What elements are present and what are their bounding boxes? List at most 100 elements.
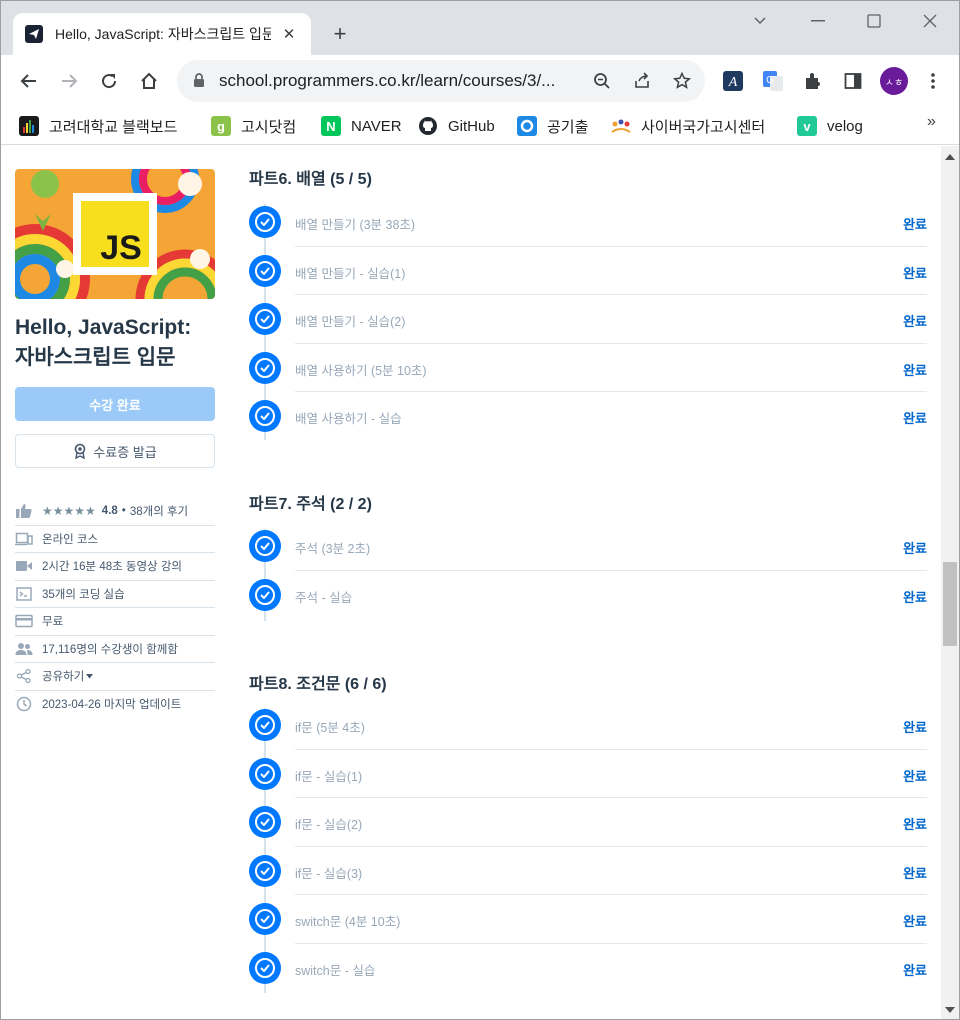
share-dropdown[interactable]: 공유하기 [42, 668, 84, 684]
browser-toolbar: school.programmers.co.kr/learn/courses/3… [1, 55, 959, 107]
rating-separator: • [121, 505, 126, 518]
lesson-name[interactable]: switch문 - 실습 [295, 960, 375, 979]
chevron-down-icon [86, 673, 94, 679]
svg-text:A: A [728, 75, 738, 90]
lesson-status: 완료 [903, 962, 927, 978]
lesson-name[interactable]: 배열 만들기 - 실습(2) [295, 311, 405, 330]
lesson-name[interactable]: switch문 (4분 10초) [295, 911, 400, 930]
check-circle-icon [249, 903, 281, 935]
new-tab-button[interactable]: + [327, 21, 353, 47]
lesson-status: 완료 [903, 865, 927, 881]
google-translate-icon[interactable]: G [761, 69, 785, 93]
meta-price: 무료 [15, 608, 215, 636]
lesson-name[interactable]: 배열 사용하기 - 실습 [295, 408, 402, 427]
address-bar[interactable]: school.programmers.co.kr/learn/courses/3… [177, 60, 705, 102]
share-page-icon[interactable] [631, 70, 653, 92]
lesson-name[interactable]: if문 - 실습(1) [295, 766, 362, 785]
terminal-icon [15, 585, 33, 603]
gonggichul-icon [517, 116, 537, 136]
lesson-item[interactable]: 배열 만들기 - 실습(2) 완료 [249, 295, 927, 344]
lesson-item[interactable]: 배열 사용하기 - 실습 완료 [249, 392, 927, 441]
lesson-item[interactable]: 배열 만들기 (3분 38초) 완료 [249, 198, 927, 247]
course-meta-list: ★★★★★ 4.8 • 38개의 후기 온라인 코스 2시간 16분 48초 동… [15, 498, 215, 718]
lesson-name[interactable]: 주석 (3분 2초) [295, 538, 370, 557]
page-scrollbar[interactable] [941, 146, 959, 1019]
bookmark-cyber-gosi[interactable]: 사이버국가고시센터 [611, 115, 765, 137]
lesson-item[interactable]: if문 (5분 4초) 완료 [249, 701, 927, 750]
tab-search-icon[interactable] [745, 9, 775, 33]
blackboard-icon [19, 116, 39, 136]
lesson-name[interactable]: 배열 사용하기 (5분 10초) [295, 360, 427, 379]
lesson-name[interactable]: if문 (5분 4초) [295, 717, 365, 736]
close-window-icon[interactable] [915, 9, 945, 33]
reload-icon[interactable] [95, 67, 123, 95]
zoom-icon[interactable] [591, 70, 613, 92]
check-circle-icon [249, 854, 281, 887]
lesson-name[interactable]: 주석 - 실습 [295, 587, 352, 606]
lesson-item[interactable]: 주석 (3분 2초) 완료 [249, 522, 927, 571]
maximize-icon[interactable] [859, 9, 889, 33]
lesson-status: 완료 [903, 817, 927, 832]
lesson-status: 완료 [903, 541, 927, 556]
more-menu-icon[interactable] [921, 69, 945, 93]
part-title: 파트8. 조건문 (6 / 6) [249, 676, 387, 693]
meta-online-course: 온라인 코스 [15, 526, 215, 553]
lesson-item[interactable]: 주석 - 실습 완료 [249, 571, 927, 620]
browser-window: Hello, JavaScript: 자바스크립트 입문 ✕ + school.… [0, 0, 960, 1020]
lesson-item[interactable]: 배열 만들기 - 실습(1) 완료 [249, 247, 927, 295]
translate-a-extension-icon[interactable]: A [721, 69, 745, 93]
bookmark-github[interactable]: GitHub [418, 115, 495, 137]
check-circle-icon [249, 757, 281, 790]
lesson-item[interactable]: switch문 - 실습 완료 [249, 944, 927, 993]
side-panel-icon[interactable] [841, 69, 865, 93]
lesson-status: 완료 [903, 217, 927, 232]
rating-stars: ★★★★★ [42, 504, 96, 519]
gosi-icon: g [211, 116, 231, 136]
course-complete-button[interactable]: 수강 완료 [15, 387, 215, 421]
profile-avatar[interactable]: ㅅㅎ [880, 67, 908, 95]
course-title: Hello, JavaScript: 자바스크립트 입문 [15, 316, 192, 369]
scrollbar-thumb[interactable] [943, 562, 957, 646]
scroll-down-arrow-icon[interactable] [945, 1007, 955, 1013]
lesson-status: 완료 [903, 914, 927, 929]
lock-icon [193, 73, 205, 93]
minimize-icon[interactable] [803, 9, 833, 33]
back-arrow-icon[interactable] [15, 67, 43, 95]
bookmark-gonggichul[interactable]: 공기출 [517, 115, 588, 137]
lesson-name[interactable]: if문 - 실습(3) [295, 863, 362, 882]
rating-row[interactable]: ★★★★★ 4.8 • 38개의 후기 [15, 498, 215, 526]
browser-tab[interactable]: Hello, JavaScript: 자바스크립트 입문 ✕ [13, 13, 311, 55]
bookmarks-more-button[interactable]: » [927, 113, 936, 131]
bookmarks-bar: 고려대학교 블랙보드 g 고시닷컴 N NAVER GitHub 공기출 사이버… [1, 107, 959, 145]
forward-arrow-icon[interactable] [55, 67, 83, 95]
bookmark-gosi[interactable]: g 고시닷컴 [211, 115, 296, 137]
bookmark-naver[interactable]: N NAVER [321, 115, 402, 137]
meta-share[interactable]: 공유하기 [15, 663, 215, 691]
lesson-name[interactable]: 배열 만들기 - 실습(1) [295, 263, 405, 282]
lesson-status: 완료 [903, 411, 927, 426]
bookmark-star-icon[interactable] [671, 70, 693, 92]
lesson-name[interactable]: if문 - 실습(2) [295, 814, 362, 833]
scroll-up-arrow-icon[interactable] [945, 154, 955, 160]
lesson-status: 완료 [903, 314, 927, 329]
lesson-item[interactable]: 배열 사용하기 (5분 10초) 완료 [249, 344, 927, 392]
bookmark-korea-univ-blackboard[interactable]: 고려대학교 블랙보드 [19, 115, 177, 137]
lesson-item[interactable]: if문 - 실습(2) 완료 [249, 798, 927, 847]
bookmark-velog[interactable]: v velog [797, 115, 863, 137]
part-title: 파트7. 주석 (2 / 2) [249, 496, 372, 513]
lesson-item[interactable]: if문 - 실습(3) 완료 [249, 847, 927, 895]
clock-icon [15, 695, 33, 713]
lesson-status: 완료 [903, 768, 927, 784]
lesson-item[interactable]: if문 - 실습(1) 완료 [249, 750, 927, 798]
certificate-button[interactable]: 수료증 발급 [15, 434, 215, 468]
meta-coding-practice: 35개의 코딩 실습 [15, 581, 215, 608]
lesson-status: 완료 [903, 362, 927, 378]
rating-value: 4.8 [101, 505, 118, 518]
extensions-puzzle-icon[interactable] [801, 69, 825, 93]
lesson-item[interactable]: switch문 (4분 10초) 완료 [249, 895, 927, 944]
tab-close-icon[interactable]: ✕ [279, 24, 299, 44]
meta-last-update: 2023-04-26 마지막 업데이트 [15, 691, 215, 719]
lesson-name[interactable]: 배열 만들기 (3분 38초) [295, 214, 415, 233]
share-icon [15, 667, 33, 685]
home-icon[interactable] [135, 67, 163, 95]
